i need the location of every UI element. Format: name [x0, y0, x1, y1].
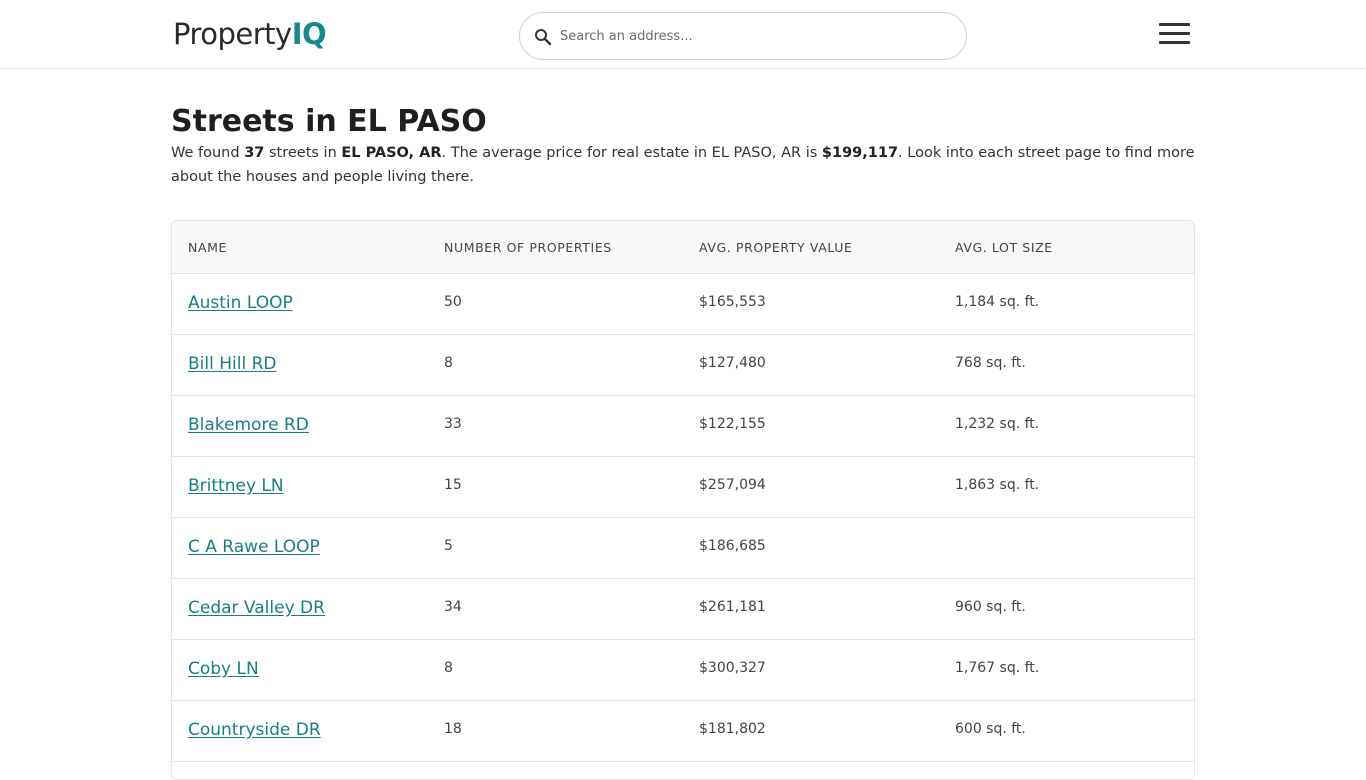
propertyiq-logo[interactable]: PropertyIQ	[173, 14, 327, 54]
avg-value: $300,327	[699, 660, 766, 676]
avg-value: $127,480	[699, 355, 766, 371]
street-link[interactable]: Austin LOOP	[188, 293, 293, 313]
avg-value: $122,155	[699, 416, 766, 432]
table-row: Cedar Valley DR 34 $261,181 960 sq. ft.	[172, 579, 1194, 640]
column-header-value: AVG. PROPERTY VALUE	[699, 240, 853, 255]
property-count: 5	[444, 538, 453, 554]
property-count: 15	[444, 477, 462, 493]
street-link[interactable]: Coby LN	[188, 659, 259, 679]
site-header: PropertyIQ	[0, 0, 1366, 69]
address-search[interactable]	[519, 12, 967, 60]
avg-lot-size: 1,184 sq. ft.	[955, 294, 1040, 310]
avg-lot-size: 1,863 sq. ft.	[955, 477, 1040, 493]
logo-iq: IQ	[291, 17, 327, 51]
property-count: 8	[444, 660, 453, 676]
street-count: 37	[244, 145, 265, 161]
streets-table: NAME NUMBER OF PROPERTIES AVG. PROPERTY …	[171, 220, 1195, 780]
table-row: Countryside DR 18 $181,802 600 sq. ft.	[172, 701, 1194, 762]
street-link[interactable]: C A Rawe LOOP	[188, 537, 320, 557]
intro-text: We found 37 streets in EL PASO, AR. The …	[171, 145, 1195, 185]
column-header-name: NAME	[188, 240, 227, 255]
table-row: C A Rawe LOOP 5 $186,685	[172, 518, 1194, 579]
avg-lot-size: 768 sq. ft.	[955, 355, 1026, 371]
property-count: 8	[444, 355, 453, 371]
table-row: Bill Hill RD 8 $127,480 768 sq. ft.	[172, 335, 1194, 396]
location: EL PASO, AR	[341, 145, 442, 161]
table-row: Coby LN 8 $300,327 1,767 sq. ft.	[172, 640, 1194, 701]
street-link[interactable]: Bill Hill RD	[188, 354, 277, 374]
property-count: 34	[444, 599, 462, 615]
avg-value: $165,553	[699, 294, 766, 310]
avg-value: $261,181	[699, 599, 766, 615]
property-count: 50	[444, 294, 462, 310]
avg-value: $186,685	[699, 538, 766, 554]
property-count: 18	[444, 721, 462, 737]
avg-lot-size: 960 sq. ft.	[955, 599, 1026, 615]
street-link[interactable]: Brittney LN	[188, 476, 284, 496]
search-icon	[535, 29, 552, 46]
table-row: Brittney LN 15 $257,094 1,863 sq. ft.	[172, 457, 1194, 518]
search-input[interactable]	[560, 21, 950, 51]
page-title: Streets in EL PASO	[171, 104, 487, 139]
street-link[interactable]: Blakemore RD	[188, 415, 309, 435]
street-link[interactable]: Cedar Valley DR	[188, 598, 325, 618]
column-header-properties: NUMBER OF PROPERTIES	[444, 240, 612, 255]
table-header: NAME NUMBER OF PROPERTIES AVG. PROPERTY …	[172, 221, 1194, 274]
avg-lot-size: 600 sq. ft.	[955, 721, 1026, 737]
table-row: Austin LOOP 50 $165,553 1,184 sq. ft.	[172, 274, 1194, 335]
hamburger-menu-icon[interactable]	[1159, 22, 1191, 46]
avg-lot-size: 1,767 sq. ft.	[955, 660, 1040, 676]
avg-value: $181,802	[699, 721, 766, 737]
logo-text: Property	[173, 17, 292, 51]
avg-value: $257,094	[699, 477, 766, 493]
street-link[interactable]: Countryside DR	[188, 720, 321, 740]
avg-lot-size: 1,232 sq. ft.	[955, 416, 1040, 432]
table-row: Blakemore RD 33 $122,155 1,232 sq. ft.	[172, 396, 1194, 457]
property-count: 33	[444, 416, 462, 432]
column-header-lot-size: AVG. LOT SIZE	[955, 240, 1053, 255]
avg-price: $199,117	[821, 145, 899, 161]
